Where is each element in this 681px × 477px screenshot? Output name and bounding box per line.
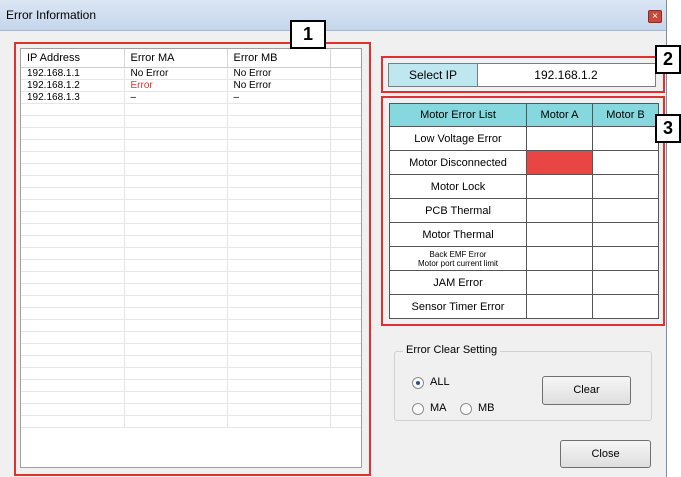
radio-all[interactable] xyxy=(412,377,424,389)
clear-button[interactable]: Clear xyxy=(542,376,631,405)
close-icon[interactable]: × xyxy=(648,10,662,23)
radio-mb-label[interactable]: MB xyxy=(478,402,495,414)
callout-number-2: 2 xyxy=(655,45,681,74)
callout-number-3: 3 xyxy=(655,114,681,143)
callout-number-1: 1 xyxy=(290,20,326,49)
close-button[interactable]: Close xyxy=(560,440,651,468)
title-bar: Error Information × xyxy=(0,0,666,31)
callout-frame-3 xyxy=(381,96,665,326)
error-clear-title: Error Clear Setting xyxy=(403,344,501,356)
radio-ma[interactable] xyxy=(412,403,424,415)
radio-ma-label[interactable]: MA xyxy=(430,402,447,414)
window-title: Error Information xyxy=(6,8,97,22)
radio-mb[interactable] xyxy=(460,403,472,415)
callout-frame-2 xyxy=(381,56,665,93)
callout-frame-1 xyxy=(14,42,371,476)
radio-all-label[interactable]: ALL xyxy=(430,376,450,388)
